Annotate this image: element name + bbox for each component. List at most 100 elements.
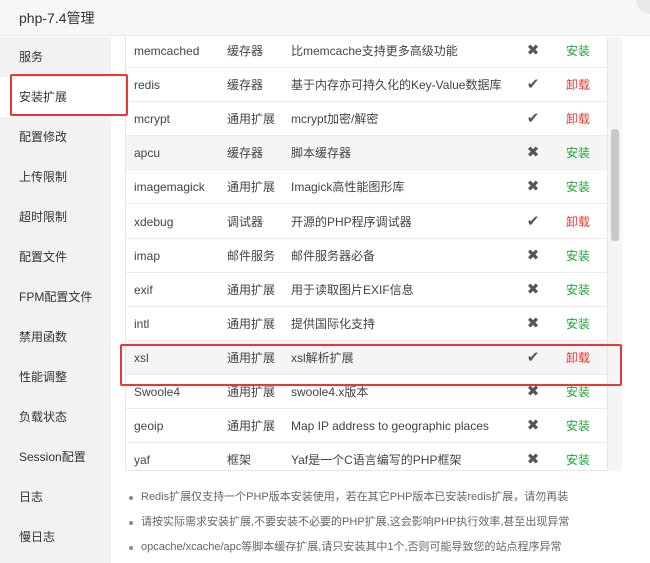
cross-icon: ✖ [526,280,540,298]
cross-icon: ✖ [526,451,540,469]
extension-description: 比memcache支持更多高级功能 [291,44,458,58]
sidebar: 服务 安装扩展 配置修改 上传限制 超时限制 配置文件 FPM配置文件 禁用函数… [0,37,111,563]
extension-name: geoip [134,419,164,434]
close-icon[interactable] [636,0,650,14]
sidebar-item-timeout-limit[interactable]: 超时限制 [0,197,111,237]
extension-type: 通用扩展 [227,282,276,297]
uninstall-link[interactable]: 卸载 [566,102,606,136]
cross-icon: ✖ [526,144,540,162]
sidebar-item-slow-log[interactable]: 慢日志 [0,517,111,557]
install-link[interactable]: 安装 [566,375,606,409]
extension-type: 通用扩展 [227,316,276,331]
extension-name: mcrypt [134,112,170,127]
extension-type: 通用扩展 [227,350,276,365]
extension-name: apcu [134,146,161,161]
extension-description: Imagick高性能图形库 [291,180,405,195]
window-titlebar: php-7.4管理 [0,0,650,36]
install-link[interactable]: 安装 [566,136,606,170]
install-link[interactable]: 安装 [566,37,606,68]
install-link[interactable]: 安装 [566,443,606,470]
sidebar-item-load-status[interactable]: 负载状态 [0,397,111,437]
table-row: xdebug 调试器 开源的PHP程序调试器 ✔ 卸载 [126,205,607,239]
extension-name: imap [134,248,161,263]
extension-type: 框架 [227,453,252,468]
extension-name: memcached [134,44,200,58]
extension-type: 通用扩展 [227,385,276,399]
check-icon: ✔ [526,110,540,128]
extension-description: 开源的PHP程序调试器 [291,214,412,229]
cross-icon: ✖ [526,417,540,435]
cross-icon: ✖ [526,42,540,59]
sidebar-item-performance[interactable]: 性能调整 [0,357,111,397]
extension-name: xsl [134,350,149,365]
table-row: imagemagick 通用扩展 Imagick高性能图形库 ✖ 安装 [126,170,607,205]
table-row: imap 邮件服务 邮件服务器必备 ✖ 安装 [126,239,607,273]
main-content: memcached 缓存器 比memcache支持更多高级功能 ✖ 安装 redis 缓存器… [111,37,650,563]
extension-name: intl [134,316,150,331]
table-row: Swoole4 通用扩展 swoole4.x版本 ✖ 安装 [126,375,607,409]
window-title: php-7.4管理 [19,10,95,26]
extension-description: 提供国际化支持 [291,316,376,331]
extension-description: 脚本缓存器 [291,146,352,161]
extension-type: 通用扩展 [227,419,276,434]
extension-type: 缓存器 [227,146,264,161]
extension-type: 邮件服务 [227,248,276,263]
extension-description: xsl解析扩展 [291,350,354,365]
install-link[interactable]: 安装 [566,239,606,273]
check-icon: ✔ [526,348,540,366]
uninstall-link[interactable]: 卸载 [566,68,606,102]
tip-item: opcache/xcache/apc等脚本缓存扩展,请只安装其中1个,否则可能导… [125,535,645,560]
table-row: xsl 通用扩展 xsl解析扩展 ✔ 卸载 [126,340,607,375]
extension-description: Map IP address to geographic places [291,419,489,434]
table-row: geoip 通用扩展 Map IP address to geographic pl… [126,409,607,444]
table-row: memcached 缓存器 比memcache支持更多高级功能 ✖ 安装 [126,37,607,68]
tip-item: Redis扩展仅支持一个PHP版本安装使用，若在其它PHP版本已安装redis扩… [125,485,645,510]
install-link[interactable]: 安装 [566,273,606,307]
check-icon: ✔ [526,76,540,94]
extension-name: yaf [134,453,151,468]
sidebar-item-service[interactable]: 服务 [0,37,111,77]
sidebar-item-install-extensions[interactable]: 安装扩展 [0,77,111,117]
extension-description: 基于内存亦可持久化的Key-Value数据库 [291,78,502,93]
cross-icon: ✖ [526,246,540,264]
extension-name: xdebug [134,214,174,229]
tip-item: 请按实际需求安装扩展,不要安装不必要的PHP扩展,这会影响PHP执行效率,甚至出… [125,510,645,535]
sidebar-item-config-edit[interactable]: 配置修改 [0,117,111,157]
table-row: exif 通用扩展 用于读取图片EXIF信息 ✖ 安装 [126,273,607,307]
extension-type: 调试器 [227,214,264,229]
sidebar-item-log[interactable]: 日志 [0,477,111,517]
cross-icon: ✖ [526,314,540,332]
install-link[interactable]: 安装 [566,170,606,204]
table-row: mcrypt 通用扩展 mcrypt加密/解密 ✔ 卸载 [126,102,607,137]
install-link[interactable]: 安装 [566,409,606,443]
extension-name: imagemagick [134,180,205,195]
extension-type: 缓存器 [227,78,264,93]
extensions-table: memcached 缓存器 比memcache支持更多高级功能 ✖ 安装 redis 缓存器… [125,37,608,471]
uninstall-link[interactable]: 卸载 [566,341,606,375]
extension-name: Swoole4 [134,385,181,399]
extension-type: 缓存器 [227,44,264,58]
table-row: apcu 缓存器 脚本缓存器 ✖ 安装 [126,136,607,171]
extension-description: swoole4.x版本 [291,385,369,399]
table-row: yaf 框架 Yaf是一个C语言编写的PHP框架 ✖ 安装 [126,443,607,470]
extension-type: 通用扩展 [227,180,276,195]
table-scrollbar-thumb[interactable] [611,129,619,241]
cross-icon: ✖ [526,178,540,196]
extension-description: mcrypt加密/解密 [291,112,379,127]
cross-icon: ✖ [526,383,540,400]
extension-type: 通用扩展 [227,112,276,127]
extension-description: 邮件服务器必备 [291,248,376,263]
table-row: redis 缓存器 基于内存亦可持久化的Key-Value数据库 ✔ 卸载 [126,68,607,103]
sidebar-item-upload-limit[interactable]: 上传限制 [0,157,111,197]
sidebar-item-config-file[interactable]: 配置文件 [0,237,111,277]
uninstall-link[interactable]: 卸载 [566,205,606,239]
extension-name: exif [134,282,153,297]
table-scrollbar[interactable] [608,37,622,471]
table-row: intl 通用扩展 提供国际化支持 ✖ 安装 [126,307,607,341]
check-icon: ✔ [526,212,540,230]
sidebar-item-disabled-functions[interactable]: 禁用函数 [0,317,111,357]
sidebar-item-fpm-config[interactable]: FPM配置文件 [0,277,111,317]
extension-name: redis [134,78,161,93]
sidebar-item-session-config[interactable]: Session配置 [0,437,111,477]
install-link[interactable]: 安装 [566,307,606,341]
